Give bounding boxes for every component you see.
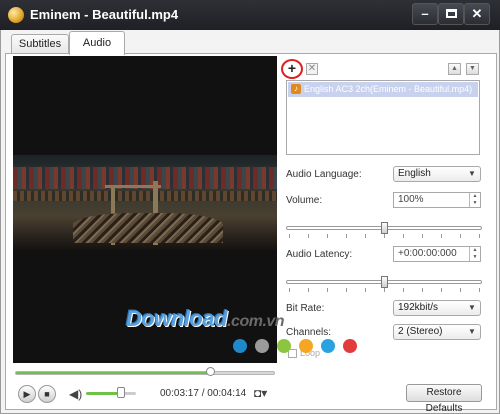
app-logo-icon <box>8 7 24 23</box>
chevron-down-icon: ▼ <box>468 327 476 336</box>
slider-tick <box>308 234 309 238</box>
volume-spinbox[interactable]: 100% ▲ ▼ <box>393 192 481 208</box>
rubble <box>73 213 223 243</box>
slider-tick <box>441 234 442 238</box>
add-track-button[interactable]: + <box>285 61 299 76</box>
speaker-icon[interactable]: ◀) <box>69 387 82 401</box>
play-button[interactable]: ▶ <box>18 385 36 403</box>
stop-icon: ■ <box>44 389 50 399</box>
slider-tick <box>479 288 480 292</box>
minimize-icon: – <box>421 6 429 21</box>
time-display: 00:03:17 / 00:04:14 <box>160 388 247 399</box>
channels-select[interactable]: 2 (Stereo) ▼ <box>393 324 481 340</box>
chevron-up-icon: ▲ <box>451 65 458 72</box>
time-total: 00:04:14 <box>207 388 247 399</box>
slider-tick <box>327 288 328 292</box>
slider-tick <box>384 288 385 292</box>
stop-button[interactable]: ■ <box>38 385 56 403</box>
volume-slider-thumb[interactable] <box>381 222 388 234</box>
spinner-arrows-icon[interactable]: ▲ ▼ <box>469 247 480 261</box>
tab-subtitles[interactable]: Subtitles <box>11 34 69 54</box>
bit-rate-label: Bit Rate: <box>286 303 325 314</box>
audio-latency-value: +0:00:00:000 <box>398 248 457 259</box>
slider-tick <box>479 234 480 238</box>
camera-icon: ◘▾ <box>254 386 268 400</box>
watermark-dot <box>299 339 313 353</box>
maximize-icon <box>445 9 457 19</box>
slider-tick <box>403 288 404 292</box>
slider-tick <box>460 234 461 238</box>
latency-slider-thumb[interactable] <box>381 276 388 288</box>
snapshot-button[interactable]: ◘▾ <box>254 386 267 400</box>
slider-tick <box>422 288 423 292</box>
slider-tick <box>308 288 309 292</box>
volume-label: Volume: <box>286 195 323 206</box>
slider-tick <box>346 234 347 238</box>
watermark-suffix: .com.vn <box>227 313 285 330</box>
stadium-stands-lower <box>13 191 277 201</box>
minimize-button[interactable]: – <box>412 3 438 25</box>
spinner-arrows-icon[interactable]: ▲ ▼ <box>469 193 480 207</box>
track-label: English AC3 2ch(Eminem - Beautiful.mp4) <box>304 84 473 94</box>
channels-value: 2 (Stereo) <box>398 326 443 337</box>
girder <box>105 185 161 188</box>
audio-language-value: English <box>398 168 431 179</box>
slider-tick <box>289 234 290 238</box>
audio-language-label: Audio Language: <box>286 169 362 180</box>
volume-value: 100% <box>398 194 424 205</box>
bit-rate-value: 192kbit/s <box>398 302 439 313</box>
video-frame <box>13 155 277 250</box>
watermark-dot <box>277 339 291 353</box>
volume-knob[interactable] <box>117 387 125 398</box>
watermark-dot <box>343 339 357 353</box>
restore-defaults-button[interactable]: Restore Defaults <box>406 384 482 414</box>
slider-tick <box>441 288 442 292</box>
channels-label: Channels: <box>286 327 332 338</box>
bit-rate-select[interactable]: 192kbit/s ▼ <box>393 300 481 316</box>
watermark-dot <box>233 339 247 353</box>
maximize-button[interactable] <box>438 3 464 25</box>
slider-tick <box>422 234 423 238</box>
move-up-button[interactable]: ▲ <box>448 63 461 75</box>
slider-tick <box>327 234 328 238</box>
chevron-down-icon: ▼ <box>469 65 476 72</box>
slider-tick <box>289 288 290 292</box>
audio-track-icon: ♪ <box>291 84 301 94</box>
window-title: Eminem - Beautiful.mp4 <box>30 7 179 22</box>
close-icon: ✕ <box>471 6 483 21</box>
delete-track-button[interactable]: ✕ <box>306 63 318 75</box>
seek-bar[interactable] <box>15 371 275 375</box>
watermark-dot <box>255 339 269 353</box>
chevron-down-icon: ▼ <box>468 169 476 178</box>
slider-tick <box>384 234 385 238</box>
slider-tick <box>346 288 347 292</box>
watermark-text: Download <box>126 306 228 331</box>
title-bar: Eminem - Beautiful.mp4 – ✕ <box>0 0 500 30</box>
chevron-down-icon: ▼ <box>468 303 476 312</box>
audio-latency-label: Audio Latency: <box>286 249 353 260</box>
watermark: Download.com.vn <box>126 306 285 332</box>
watermark-dot <box>321 339 335 353</box>
move-down-button[interactable]: ▼ <box>466 63 479 75</box>
slider-tick <box>460 288 461 292</box>
slider-tick <box>403 234 404 238</box>
volume-bar[interactable] <box>86 392 136 395</box>
slider-tick <box>365 234 366 238</box>
list-item[interactable]: ♪ English AC3 2ch(Eminem - Beautiful.mp4… <box>288 82 478 97</box>
slider-tick <box>365 288 366 292</box>
audio-latency-spinbox[interactable]: +0:00:00:000 ▲ ▼ <box>393 246 481 262</box>
tab-audio[interactable]: Audio <box>69 31 125 55</box>
close-button[interactable]: ✕ <box>464 3 490 25</box>
audio-language-select[interactable]: English ▼ <box>393 166 481 182</box>
play-icon: ▶ <box>23 389 31 399</box>
seek-knob[interactable] <box>206 367 215 376</box>
audio-track-list[interactable]: ♪ English AC3 2ch(Eminem - Beautiful.mp4… <box>286 80 480 155</box>
time-current: 00:03:17 <box>160 388 199 399</box>
